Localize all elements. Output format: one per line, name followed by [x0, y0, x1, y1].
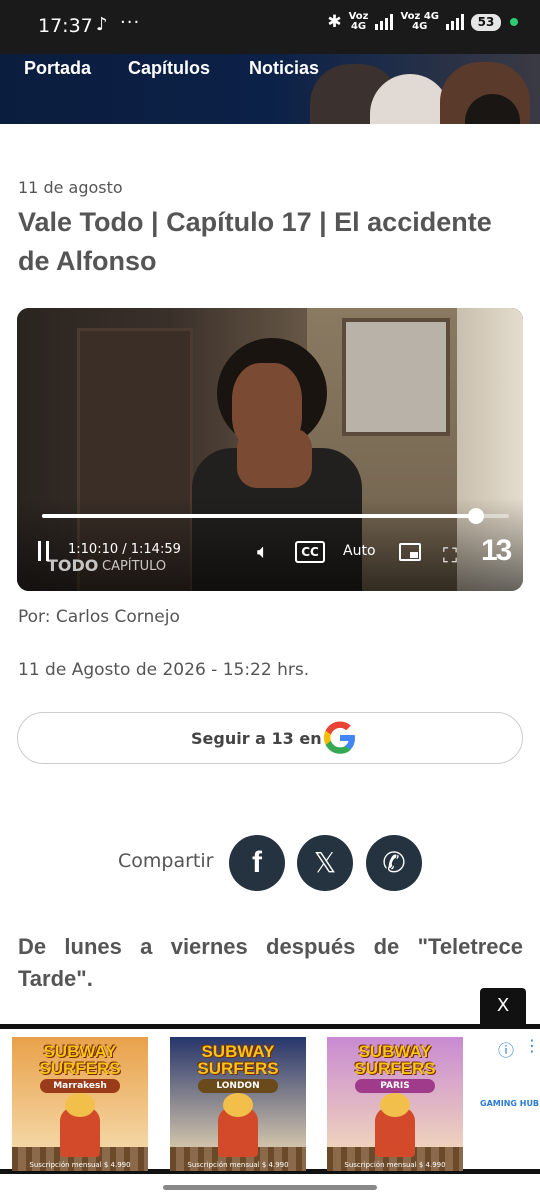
- quality-button[interactable]: Auto: [343, 543, 376, 559]
- top-navigation: Portada Capítulos Noticias: [0, 54, 540, 124]
- share-x-button[interactable]: 𝕏: [297, 835, 353, 891]
- picture-in-picture-icon[interactable]: [399, 543, 421, 561]
- video-progress-fill: [42, 514, 477, 518]
- tiktok-icon: ♪: [96, 14, 108, 35]
- share-label: Compartir: [118, 850, 214, 872]
- bluetooth-icon: ✱: [327, 12, 342, 32]
- article-date-short: 11 de agosto: [18, 178, 123, 197]
- battery-icon: 53: [471, 13, 501, 31]
- status-bar: 17:37 ♪ ··· ✱ Voz 4G Voz 4G 4G 53: [0, 0, 540, 54]
- video-player[interactable]: TODO CAPÍTULO 1:10:10 / 1:14:59 🔈︎ CC Au…: [17, 308, 523, 591]
- google-icon: [323, 721, 355, 754]
- status-time: 17:37: [38, 15, 93, 37]
- privacy-dot-icon: [510, 18, 518, 26]
- show-logo-watermark: TODO: [47, 556, 99, 575]
- signal-2-icon: [446, 14, 464, 30]
- ad-card-title: SUBWAY SURFERS: [39, 1042, 121, 1078]
- ad-brand-label: GAMING HUB: [480, 1099, 540, 1108]
- follow-label: Seguir a 13 en: [191, 729, 322, 748]
- fullscreen-icon[interactable]: ⛶: [443, 543, 457, 567]
- signal-1-icon: [375, 14, 394, 30]
- article-lead: De lunes a viernes después de "Teletrece…: [18, 934, 523, 991]
- ad-card-price: Suscripción mensual $ 4.990: [344, 1161, 446, 1169]
- volume-icon[interactable]: 🔈︎: [257, 539, 269, 563]
- header-photo: [300, 54, 540, 124]
- x-icon: 𝕏: [313, 846, 337, 879]
- whatsapp-icon: ✆: [382, 846, 406, 879]
- article-title: Vale Todo | Capítulo 17 | El accidente d…: [18, 207, 492, 276]
- show-watermark-text: CAPÍTULO: [102, 559, 167, 574]
- share-whatsapp-button[interactable]: ✆: [366, 835, 422, 891]
- ad-card[interactable]: SUBWAY SURFERS PARIS Suscripción mensual $…: [327, 1037, 463, 1171]
- ad-close-button[interactable]: X: [480, 988, 526, 1024]
- nav-item-portada[interactable]: Portada: [24, 58, 91, 79]
- nav-item-capitulos[interactable]: Capítulos: [128, 58, 210, 79]
- ad-card-title: SUBWAY SURFERS: [197, 1042, 279, 1078]
- ad-card-subtitle: PARIS: [355, 1079, 435, 1093]
- channel-logo: 13: [481, 534, 512, 567]
- article-publish-date: 11 de Agosto de 2026 - 15:22 hrs.: [18, 660, 310, 680]
- ad-card[interactable]: SUBWAY SURFERS Marrakesh Suscripción mensu…: [12, 1037, 148, 1171]
- share-facebook-button[interactable]: f: [229, 835, 285, 891]
- video-progress-bar[interactable]: [42, 508, 509, 524]
- ad-card-price: Suscripción mensual $ 4.990: [187, 1161, 289, 1169]
- follow-on-google-button[interactable]: Seguir a 13 en: [17, 712, 523, 764]
- ad-card-title: SUBWAY SURFERS: [354, 1042, 436, 1078]
- ad-card[interactable]: SUBWAY SURFERS LONDON Suscripción mensual …: [170, 1037, 306, 1171]
- ad-more-icon[interactable]: ⋮: [524, 1036, 540, 1055]
- home-indicator[interactable]: [163, 1185, 377, 1190]
- pause-icon[interactable]: [38, 541, 52, 563]
- network-2-label: Voz 4G 4G: [400, 11, 439, 32]
- ad-banner[interactable]: SUBWAY SURFERS Marrakesh Suscripción mensu…: [0, 1024, 540, 1174]
- more-notifications-icon: ···: [120, 12, 141, 33]
- ad-info-icon[interactable]: ⓘ: [498, 1037, 514, 1061]
- captions-button[interactable]: CC: [295, 541, 325, 563]
- ad-card-subtitle: Marrakesh: [40, 1079, 120, 1093]
- ad-card-price: Suscripción mensual $ 4.990: [29, 1161, 131, 1169]
- nav-item-noticias[interactable]: Noticias: [249, 58, 319, 79]
- ad-card-subtitle: LONDON: [198, 1079, 278, 1093]
- status-icons: ✱ Voz 4G Voz 4G 4G 53: [327, 12, 518, 32]
- facebook-icon: f: [252, 846, 262, 879]
- network-1-label: Voz 4G: [348, 11, 369, 32]
- article-author: Por: Carlos Cornejo: [18, 607, 180, 627]
- video-time: 1:10:10 / 1:14:59: [68, 542, 181, 557]
